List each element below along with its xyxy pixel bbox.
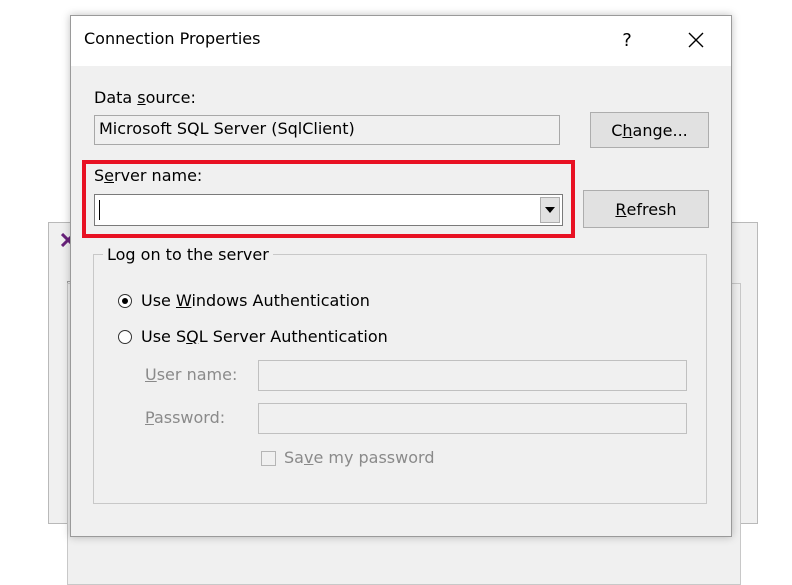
connection-properties-dialog: Connection Properties ? Data source: Mic… [70, 15, 732, 537]
data-source-label: Data source: [94, 88, 196, 107]
close-icon [688, 32, 704, 48]
password-label: Password: [145, 408, 226, 427]
password-input[interactable] [258, 403, 687, 434]
data-source-value: Microsoft SQL Server (SqlClient) [94, 115, 560, 145]
help-icon: ? [622, 29, 632, 51]
sql-auth-label[interactable]: Use SQL Server Authentication [141, 327, 388, 346]
close-button[interactable] [676, 24, 716, 56]
title-bar: Connection Properties ? [71, 16, 731, 66]
sql-auth-radio[interactable] [118, 330, 132, 344]
server-name-label: Server name: [94, 166, 203, 185]
dropdown-button[interactable] [540, 197, 560, 223]
dropdown-arrow-icon [545, 207, 555, 213]
text-caret [99, 200, 100, 220]
windows-auth-radio[interactable] [118, 294, 132, 308]
help-button[interactable]: ? [609, 24, 645, 56]
username-label: User name: [145, 365, 238, 384]
logon-group-title: Log on to the server [103, 245, 273, 264]
windows-auth-label[interactable]: Use Windows Authentication [141, 291, 370, 310]
username-input[interactable] [258, 360, 687, 391]
change-button[interactable]: Ch ange... [590, 112, 709, 148]
server-name-combobox[interactable] [94, 194, 563, 226]
save-password-label: Save my password [284, 448, 435, 467]
dialog-title: Connection Properties [84, 29, 261, 48]
save-password-checkbox[interactable] [261, 451, 276, 466]
refresh-button[interactable]: Refresh [583, 190, 709, 228]
